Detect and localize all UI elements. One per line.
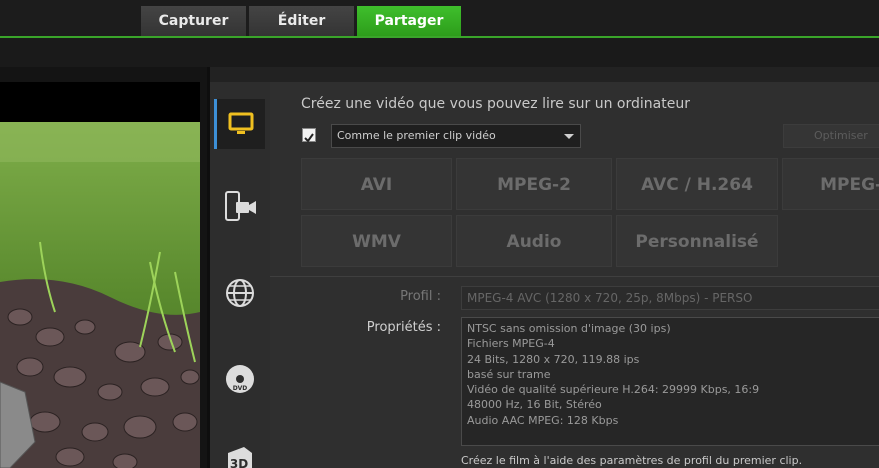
share-settings-panel: Créez une vidéo que vous pouvez lire sur… [270, 82, 879, 468]
format-audio[interactable]: Audio [456, 215, 612, 267]
format-mpeg4[interactable]: MPEG-4 [782, 158, 879, 210]
property-line: 24 Bits, 1280 x 720, 119.88 ips [467, 352, 640, 366]
app-window: Capturer Éditer Partager DVD 3D Créez un… [0, 0, 879, 468]
chevron-down-icon [564, 134, 574, 139]
profile-label: Profil : [400, 289, 441, 304]
monitor-icon [228, 112, 254, 134]
profile-footnote: Créez le film à l'aide des paramètres de… [461, 454, 803, 467]
format-avi[interactable]: AVI [301, 158, 452, 210]
phone-video-icon [224, 191, 256, 221]
tab-editer[interactable]: Éditer [249, 6, 354, 36]
property-line: NTSC sans omission d'image (30 ips) [467, 322, 671, 335]
share-type-sidebar: DVD 3D [210, 82, 270, 468]
preview-video-frame[interactable] [0, 122, 200, 468]
properties-label: Propriétés : [366, 320, 441, 335]
format-mpeg2[interactable]: MPEG-2 [456, 158, 612, 210]
section-divider [270, 276, 879, 277]
profile-field[interactable]: MPEG-4 AVC (1280 x 720, 25p, 8Mbps) - PE… [461, 286, 879, 310]
toolbar-strip [0, 38, 879, 67]
sidebar-item-disc[interactable]: DVD [214, 354, 265, 404]
preview-letterbox [0, 82, 200, 122]
profile-source-select[interactable]: Comme le premier clip vidéo [331, 124, 581, 148]
property-line: 48000 Hz, 16 Bit, Stéréo [467, 398, 602, 412]
format-wmv[interactable]: WMV [301, 215, 452, 267]
property-line: Audio AAC MPEG: 128 Kbps [467, 413, 619, 427]
property-line: basé sur trame [467, 367, 551, 381]
sidebar-item-device[interactable] [214, 182, 265, 232]
property-line: Vidéo de qualité supérieure H.264: 29999… [467, 383, 760, 397]
profile-checkbox[interactable] [302, 128, 316, 143]
property-line: Fichiers MPEG-4 [467, 337, 555, 351]
page-title: Créez une vidéo que vous pouvez lire sur… [301, 96, 690, 112]
dvd-icon: DVD [225, 365, 254, 393]
format-avc-h264[interactable]: AVC / H.264 [616, 158, 778, 210]
globe-icon [225, 279, 254, 307]
tab-capturer[interactable]: Capturer [141, 6, 246, 36]
sidebar-item-3d[interactable]: 3D [214, 432, 265, 468]
optimize-button[interactable]: Optimiser [783, 124, 879, 148]
preview-image [0, 122, 200, 468]
properties-box[interactable]: NTSC sans omission d'image (30 ips) Fich… [461, 317, 879, 446]
checkmark-icon [304, 133, 314, 143]
tab-partager[interactable]: Partager [357, 6, 461, 36]
svg-text:DVD: DVD [232, 385, 247, 392]
3d-icon: 3D [227, 447, 252, 468]
select-value: Comme le premier clip vidéo [337, 129, 496, 142]
format-custom[interactable]: Personnalisé [616, 215, 778, 267]
svg-text:3D: 3D [229, 457, 247, 468]
sidebar-item-web[interactable] [214, 268, 265, 318]
top-tab-bar: Capturer Éditer Partager [0, 0, 879, 36]
sidebar-item-computer[interactable] [214, 99, 265, 149]
